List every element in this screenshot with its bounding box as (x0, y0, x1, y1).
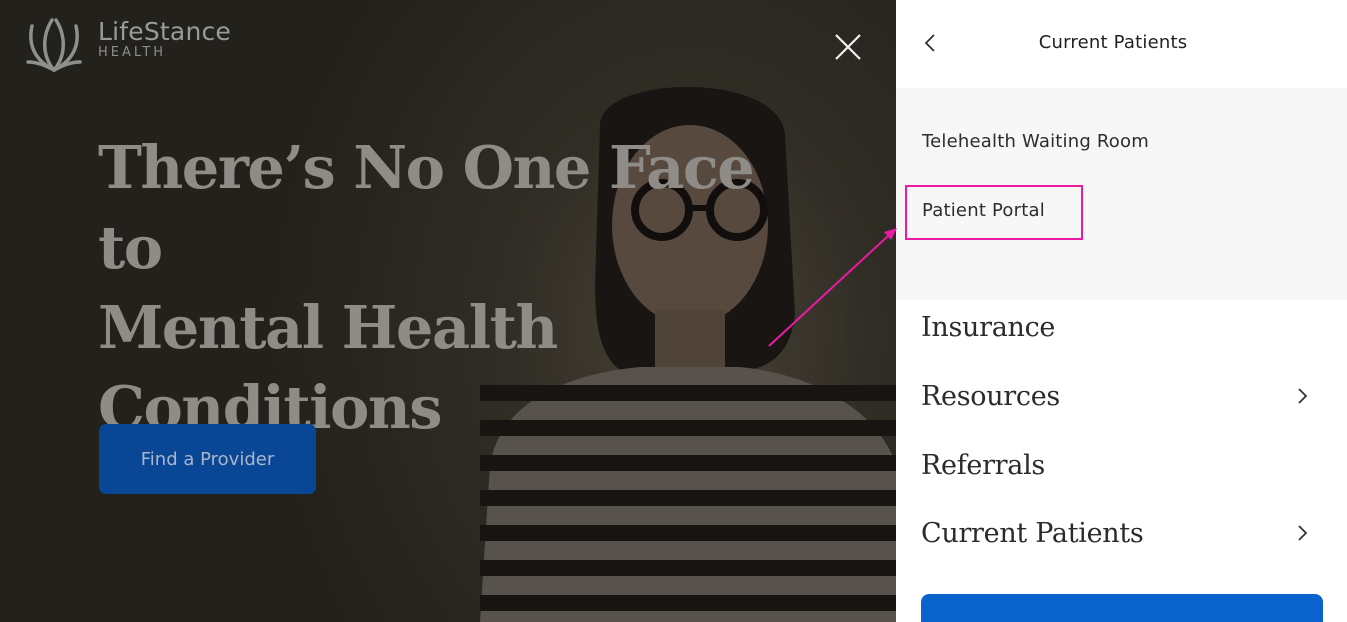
headline-line-1: There’s No One Face to (98, 133, 755, 282)
hero-section: LifeStance HEALTH There’s No One Face to… (0, 0, 896, 622)
menu-item-resources[interactable]: Resources (921, 376, 1311, 416)
patient-portal-link[interactable]: Patient Portal (922, 200, 1045, 221)
menu-item-referrals[interactable]: Referrals (921, 445, 1311, 485)
current-patients-submenu: Telehealth Waiting Room Patient Portal (896, 88, 1347, 300)
menu-item-insurance[interactable]: Insurance (921, 307, 1311, 347)
close-icon[interactable] (834, 33, 862, 61)
menu-item-label: Referrals (921, 449, 1045, 481)
headline-line-2: Mental Health (98, 293, 558, 362)
chevron-right-icon (1298, 388, 1308, 404)
menu-item-label: Current Patients (921, 517, 1144, 549)
brand-name: LifeStance (98, 17, 232, 46)
navigation-drawer: Current Patients Telehealth Waiting Room… (896, 0, 1347, 622)
drawer-header: Current Patients (896, 0, 1347, 88)
hero-headline: There’s No One Face to Mental Health Con… (98, 128, 798, 448)
menu-item-label: Insurance (921, 311, 1056, 343)
chevron-right-icon (1298, 525, 1308, 541)
telehealth-waiting-room-link[interactable]: Telehealth Waiting Room (922, 131, 1149, 152)
lifestance-logo-icon (26, 18, 82, 72)
brand-logo[interactable]: LifeStance HEALTH (24, 16, 231, 74)
brand-subtitle: HEALTH (98, 45, 167, 60)
menu-item-current-patients[interactable]: Current Patients (921, 513, 1311, 553)
drawer-cta-button[interactable] (921, 594, 1323, 622)
menu-item-label: Resources (921, 380, 1060, 412)
find-provider-button[interactable]: Find a Provider (99, 424, 316, 494)
drawer-title: Current Patients (1038, 32, 1188, 53)
